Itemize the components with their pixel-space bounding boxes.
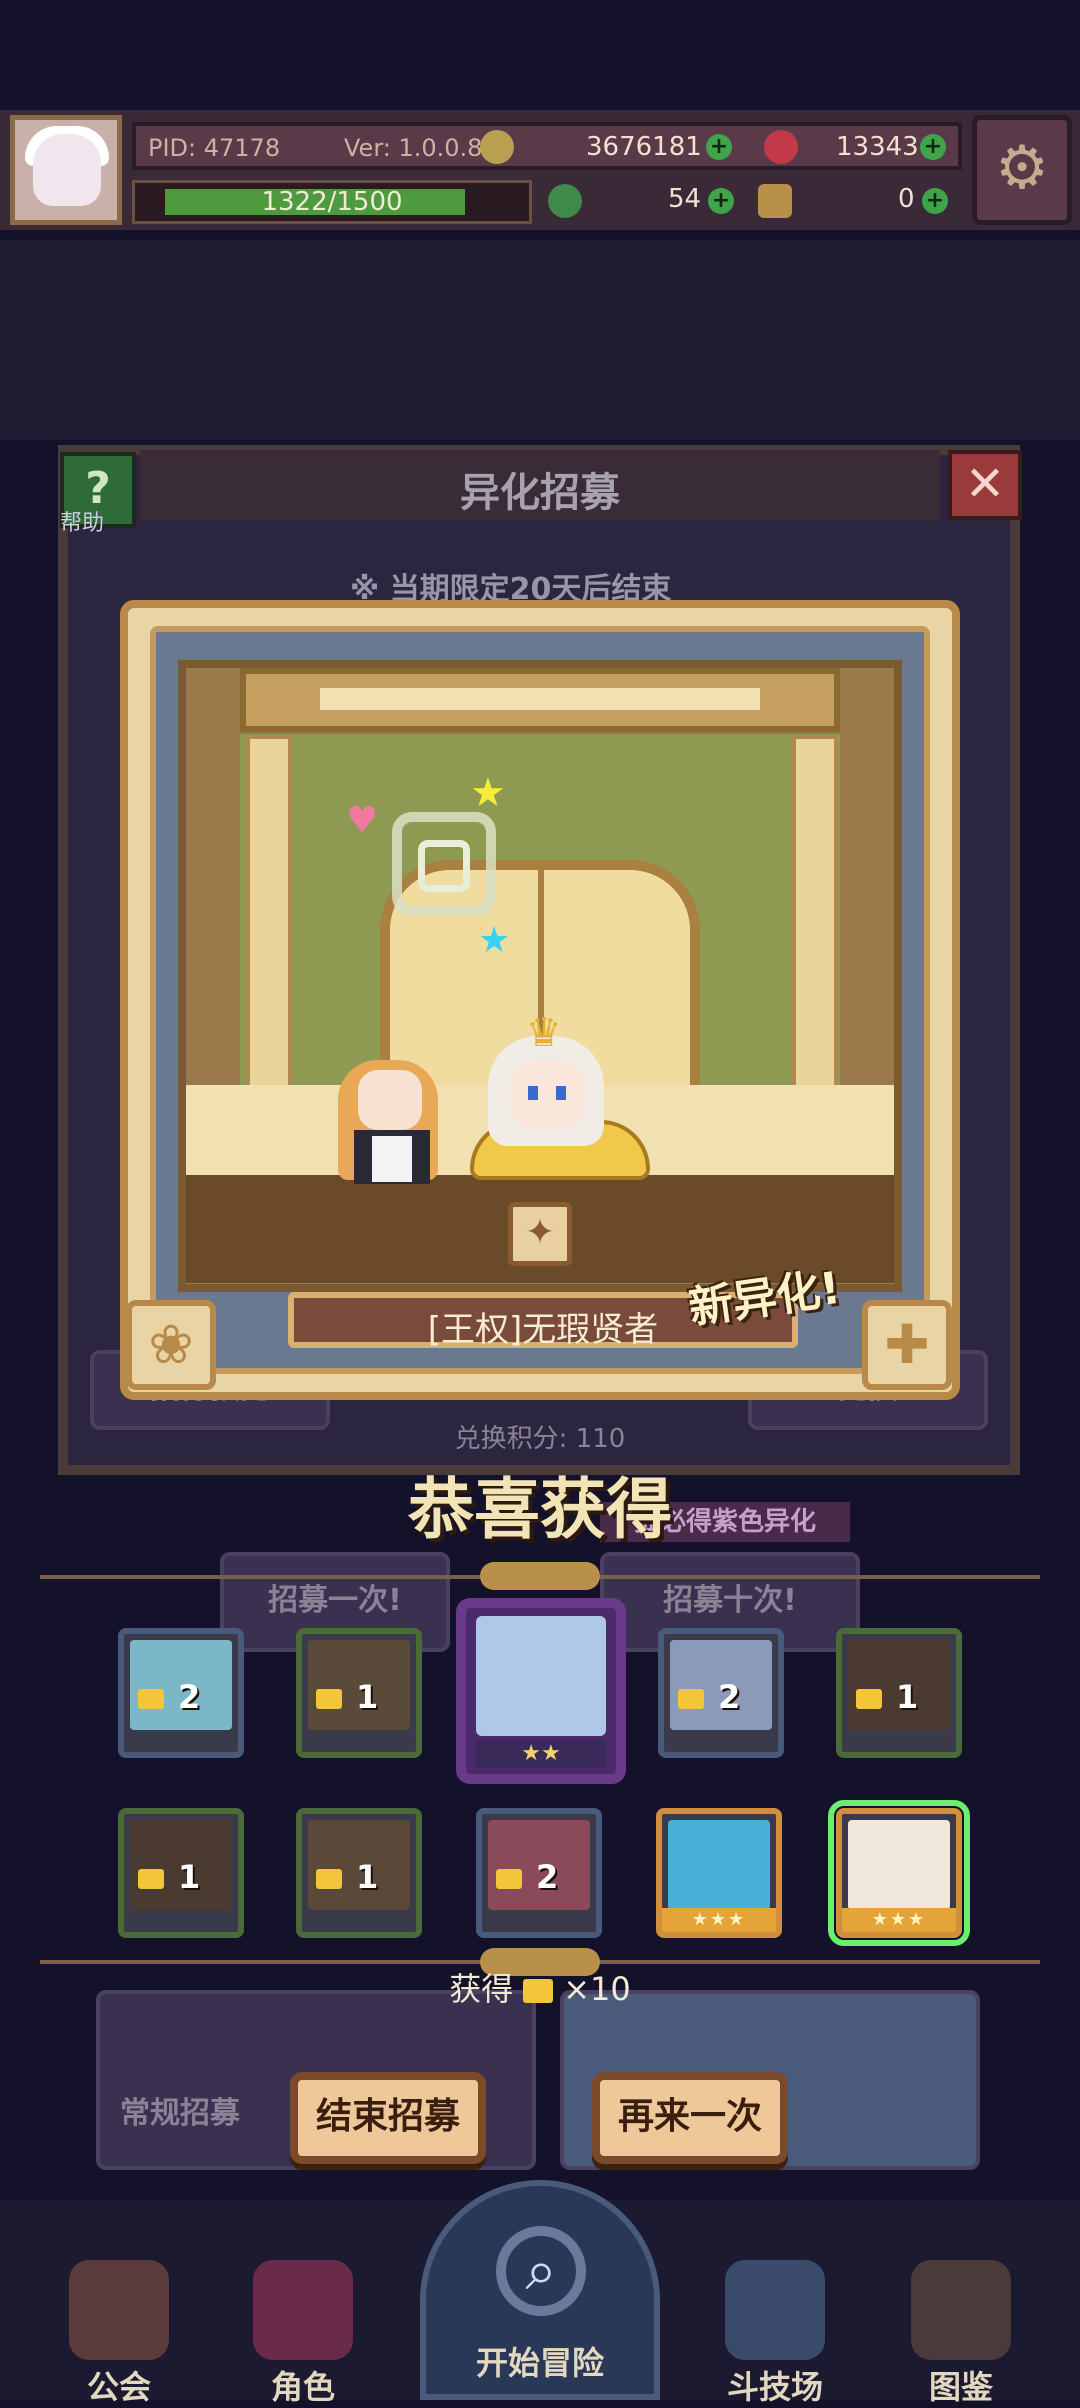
folder-icon bbox=[496, 1869, 522, 1889]
guild-icon bbox=[69, 2260, 169, 2360]
reward-card[interactable]: 2 bbox=[476, 1808, 602, 1938]
folder-icon bbox=[523, 1979, 554, 2003]
folder-icon bbox=[138, 1869, 164, 1889]
reward-card[interactable]: 2 bbox=[658, 1628, 784, 1758]
reward-card-art bbox=[848, 1820, 950, 1910]
featured-stars: ★★ bbox=[476, 1740, 606, 1768]
sparkle-square-inner bbox=[418, 840, 470, 892]
add-gems-button[interactable]: + bbox=[920, 134, 946, 160]
maid-face bbox=[358, 1070, 422, 1130]
nav-character[interactable]: 角色 bbox=[228, 2260, 378, 2406]
nav-character-label: 角色 bbox=[270, 2368, 335, 2406]
coin-icon bbox=[480, 130, 514, 164]
folder-icon bbox=[856, 1689, 882, 1709]
folder-icon bbox=[316, 1689, 342, 1709]
featured-character-art bbox=[476, 1616, 606, 1736]
obtain-count: ×10 bbox=[563, 1970, 631, 2008]
recruit-again-button[interactable]: 再来一次 bbox=[592, 2072, 788, 2164]
nav-guild-label: 公会 bbox=[86, 2368, 151, 2406]
help-label: 帮助 bbox=[60, 511, 105, 536]
shard-count-badge: 2 bbox=[496, 1858, 558, 1896]
reward-card[interactable]: 1 bbox=[296, 1808, 422, 1938]
gem-icon bbox=[764, 130, 798, 164]
close-icon[interactable]: ✕ bbox=[948, 450, 1022, 520]
stat-row: PID: 47178 Ver: 1.0.0.8 3676181 + 13343 … bbox=[132, 122, 962, 170]
add-item-button[interactable]: + bbox=[922, 188, 948, 214]
magnifier-icon: ⌕ bbox=[496, 2226, 586, 2316]
version-label: Ver: 1.0.0.8 bbox=[344, 134, 483, 162]
codex-icon bbox=[911, 2260, 1011, 2360]
featured-reward-card[interactable]: ★★ bbox=[456, 1598, 626, 1784]
swords-icon bbox=[725, 2260, 825, 2360]
paw-icon: ❀ bbox=[126, 1300, 216, 1390]
character-icon bbox=[253, 2260, 353, 2360]
gold-amount: 3676181 bbox=[586, 132, 702, 162]
shard-count-badge: 1 bbox=[856, 1678, 918, 1716]
gem-amount: 13343 bbox=[836, 132, 919, 162]
reward-card[interactable]: 2 bbox=[118, 1628, 244, 1758]
cross-ornament-icon: ✚ bbox=[862, 1300, 952, 1390]
reward-stars: ★★★ bbox=[662, 1908, 776, 1932]
panel-title-bar: 异化招募 bbox=[140, 450, 940, 520]
shard-count: 1 bbox=[178, 1858, 201, 1896]
rarity-emblem-icon: ✦ bbox=[508, 1202, 572, 1266]
nav-arena-label: 斗技场 bbox=[726, 2368, 823, 2406]
shard-count: 2 bbox=[536, 1858, 559, 1896]
exp-text: 1322/1500 bbox=[261, 187, 403, 217]
shard-count: 2 bbox=[718, 1678, 741, 1716]
nav-start-label: 开始冒险 bbox=[475, 2344, 604, 2382]
shard-count: 2 bbox=[178, 1678, 201, 1716]
item-amount: 0 bbox=[898, 184, 915, 214]
settings-gear-icon[interactable]: ⚙ bbox=[972, 115, 1072, 225]
panel-title: 异化招募 bbox=[460, 470, 620, 516]
scene-pillar-right bbox=[792, 735, 838, 1095]
reward-card[interactable]: 1 bbox=[118, 1808, 244, 1938]
nav-codex[interactable]: 图鉴 bbox=[886, 2260, 1036, 2406]
reward-card[interactable]: ★★★ bbox=[828, 1800, 970, 1946]
clover-amount: 54 bbox=[668, 184, 702, 214]
shard-count: 1 bbox=[356, 1678, 379, 1716]
obtain-prefix: 获得 bbox=[449, 1970, 514, 2008]
congrats-title: 恭喜获得 bbox=[408, 1471, 672, 1548]
shard-count-badge: 1 bbox=[316, 1858, 378, 1896]
add-clover-button[interactable]: + bbox=[708, 188, 734, 214]
divider-ornament bbox=[480, 1562, 600, 1590]
reward-card[interactable]: 1 bbox=[296, 1628, 422, 1758]
shard-count-badge: 2 bbox=[678, 1678, 740, 1716]
shard-count: 1 bbox=[356, 1858, 379, 1896]
exchange-points: 兑换积分: 110 bbox=[454, 1424, 626, 1454]
add-gold-button[interactable]: + bbox=[706, 134, 732, 160]
end-recruit-button[interactable]: 结束招募 bbox=[290, 2072, 486, 2164]
clover-icon bbox=[548, 184, 582, 218]
reward-stars: ★★★ bbox=[842, 1908, 956, 1932]
nav-codex-label: 图鉴 bbox=[928, 2368, 993, 2406]
shard-count-badge: 1 bbox=[138, 1858, 200, 1896]
exp-bar: 1322/1500 bbox=[132, 180, 532, 224]
cyan-star-icon: ★ bbox=[478, 920, 511, 961]
reward-card-art bbox=[668, 1820, 770, 1910]
yellow-star-icon: ★ bbox=[470, 770, 506, 816]
scene-roof-stripe bbox=[320, 688, 760, 710]
sage-face bbox=[510, 1060, 584, 1128]
shard-count-badge: 1 bbox=[316, 1678, 378, 1716]
reward-card[interactable]: 1 bbox=[836, 1628, 962, 1758]
item-icon bbox=[758, 184, 792, 218]
resource-row: 54 + 0 + bbox=[540, 182, 962, 222]
folder-icon bbox=[138, 1689, 164, 1709]
scene-pillar-left bbox=[246, 735, 292, 1095]
heart-icon: ♥ bbox=[346, 800, 379, 841]
dimmed-town bbox=[0, 240, 1080, 440]
player-avatar[interactable] bbox=[10, 115, 122, 225]
shard-count: 1 bbox=[896, 1678, 919, 1716]
obtain-summary: 获得 ×10 bbox=[0, 1964, 1080, 2010]
maid-apron bbox=[372, 1136, 412, 1182]
folder-icon bbox=[678, 1689, 704, 1709]
nav-arena[interactable]: 斗技场 bbox=[700, 2260, 850, 2406]
reward-card[interactable]: ★★★ bbox=[656, 1808, 782, 1938]
pid-label: PID: 47178 bbox=[148, 134, 281, 162]
crown-icon: ♛ bbox=[526, 1010, 562, 1056]
folder-icon bbox=[316, 1869, 342, 1889]
shard-count-badge: 2 bbox=[138, 1678, 200, 1716]
nav-guild[interactable]: 公会 bbox=[44, 2260, 194, 2406]
